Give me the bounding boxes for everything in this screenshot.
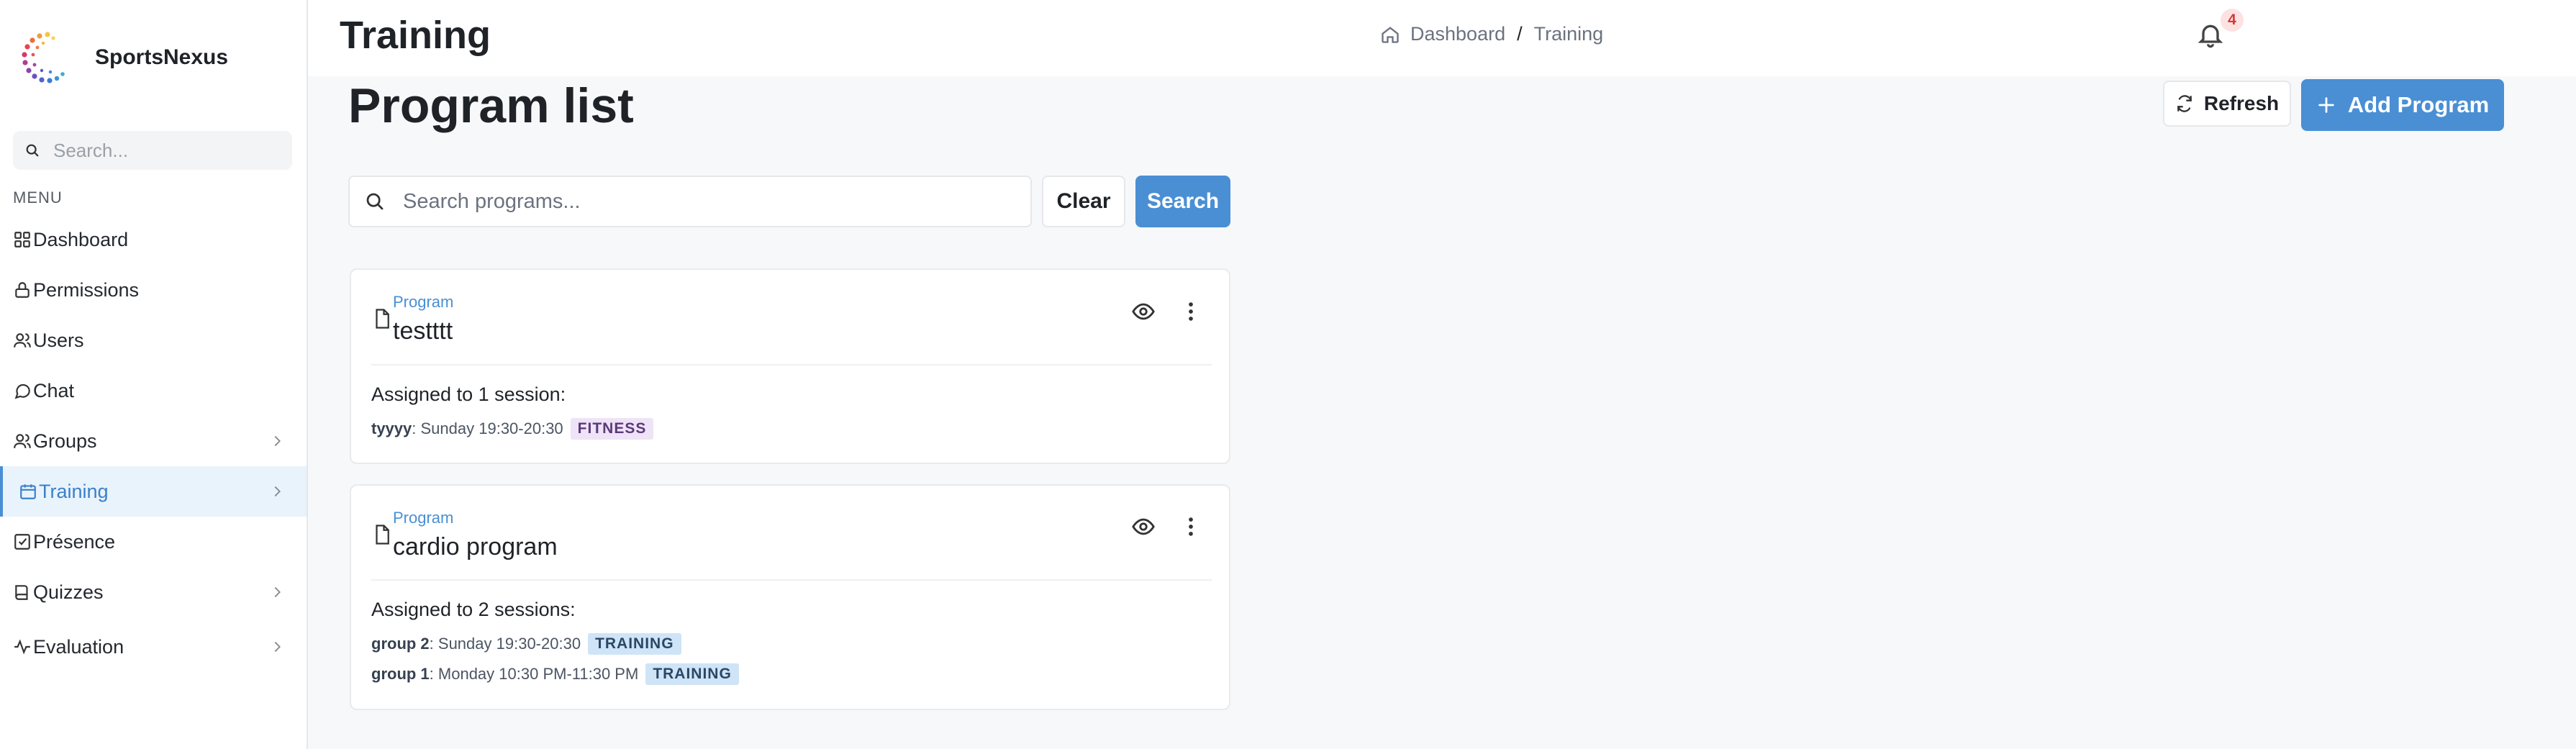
add-program-button[interactable]: Add Program xyxy=(2301,79,2504,131)
sidebar-item-dashboard[interactable]: Dashboard xyxy=(0,214,307,265)
more-options-icon[interactable] xyxy=(1179,514,1203,539)
program-name: cardio program xyxy=(393,533,558,560)
sidebar-item-groups[interactable]: Groups xyxy=(0,416,307,466)
session-time: : Sunday 19:30-20:30 xyxy=(429,635,581,653)
users-icon xyxy=(14,434,31,448)
session-time: : Monday 10:30 PM-11:30 PM xyxy=(429,665,639,683)
file-icon xyxy=(376,525,389,545)
notification-count-badge: 4 xyxy=(2221,9,2244,32)
grid-icon xyxy=(14,232,30,248)
session-type-badge: TRAINING xyxy=(588,633,681,655)
lock-icon xyxy=(15,282,30,298)
clear-button[interactable]: Clear xyxy=(1042,176,1125,227)
page-title: Program list xyxy=(348,78,634,133)
session-group: group 2 xyxy=(371,635,430,653)
sidebar-item-label: Evaluation xyxy=(33,635,124,658)
sidebar-item-label: Présence xyxy=(33,530,116,553)
sidebar-search[interactable] xyxy=(13,131,292,170)
bell-icon xyxy=(2198,24,2223,48)
sidebar-item-label: Quizzes xyxy=(33,581,104,603)
view-icon[interactable] xyxy=(1131,299,1156,324)
sidebar-item-label: Training xyxy=(39,480,109,502)
chevron-right-icon xyxy=(274,435,281,447)
card-divider xyxy=(371,364,1212,366)
program-kind: Program xyxy=(393,293,454,311)
check-square-icon xyxy=(14,534,30,550)
assigned-sessions-text: Assigned to 2 sessions: xyxy=(371,599,576,620)
sidebar-item-quizzes[interactable]: Quizzes xyxy=(0,567,307,617)
breadcrumb-separator: / xyxy=(1517,23,1523,45)
sidebar-item-label: Groups xyxy=(33,430,97,452)
refresh-button[interactable]: Refresh xyxy=(2163,81,2291,127)
sidebar-item-label: Chat xyxy=(33,379,75,401)
chevron-right-icon xyxy=(274,641,281,653)
sidebar-item-permissions[interactable]: Permissions xyxy=(0,265,307,315)
chat-icon xyxy=(14,383,30,399)
refresh-icon xyxy=(2177,95,2192,112)
breadcrumb: Dashboard / Training xyxy=(1380,23,1603,45)
sidebar-item-presence[interactable]: Présence xyxy=(0,517,307,567)
book-icon xyxy=(15,585,28,600)
sidebar-search-input[interactable] xyxy=(53,139,284,162)
assigned-sessions-text: Assigned to 1 session: xyxy=(371,383,566,405)
breadcrumb-current: Training xyxy=(1533,23,1604,45)
program-name: testttt xyxy=(393,317,453,345)
session-type-badge: FITNESS xyxy=(570,418,654,440)
breadcrumb-dashboard[interactable]: Dashboard xyxy=(1410,23,1505,45)
session-group: group 1 xyxy=(371,665,430,683)
session-row: group 2 : Sunday 19:30-20:30 TRAINING xyxy=(371,633,681,655)
sidebar-item-evaluation[interactable]: Evaluation xyxy=(0,622,307,672)
session-group: tyyyy xyxy=(371,419,412,437)
program-search-input[interactable] xyxy=(403,189,1022,214)
menu-heading: MENU xyxy=(13,189,63,206)
session-row: group 1 : Monday 10:30 PM-11:30 PM TRAIN… xyxy=(371,663,739,685)
sidebar-item-chat[interactable]: Chat xyxy=(0,366,307,416)
brand[interactable]: SportsNexus xyxy=(17,27,228,88)
search-button[interactable]: Search xyxy=(1135,176,1230,227)
home-icon[interactable] xyxy=(1380,24,1400,45)
logo-icon xyxy=(22,32,65,83)
header-title: Training xyxy=(340,14,491,57)
program-card: Program testttt Assigned to 1 session: t… xyxy=(350,268,1230,464)
sidebar-menu: Dashboard Permissions Users Chat Groups … xyxy=(0,214,307,672)
users-icon xyxy=(14,333,31,348)
search-icon xyxy=(26,144,39,157)
program-kind: Program xyxy=(393,509,454,527)
activity-icon xyxy=(14,639,30,655)
sidebar-item-label: Permissions xyxy=(33,278,140,301)
add-program-label: Add Program xyxy=(2347,92,2490,117)
session-type-badge: TRAINING xyxy=(645,663,739,685)
card-divider xyxy=(371,579,1212,581)
calendar-icon xyxy=(20,484,36,499)
chevron-right-icon xyxy=(274,586,281,598)
more-options-icon[interactable] xyxy=(1179,299,1203,324)
program-search[interactable] xyxy=(348,176,1032,227)
sidebar-item-users[interactable]: Users xyxy=(0,315,307,366)
brand-name: SportsNexus xyxy=(95,45,229,69)
search-icon xyxy=(366,193,384,210)
session-time: : Sunday 19:30-20:30 xyxy=(412,419,563,437)
sidebar-item-training[interactable]: Training xyxy=(0,466,307,517)
file-icon xyxy=(376,309,389,329)
chevron-right-icon xyxy=(274,486,281,497)
sidebar-item-label: Dashboard xyxy=(33,228,129,250)
sidebar: SportsNexus MENU Dashboard Permissions U… xyxy=(0,0,308,749)
refresh-label: Refresh xyxy=(2203,92,2280,114)
view-icon[interactable] xyxy=(1131,514,1156,539)
program-card: Program cardio program Assigned to 2 ses… xyxy=(350,484,1230,710)
sidebar-item-label: Users xyxy=(33,329,84,351)
session-row: tyyyy : Sunday 19:30-20:30 FITNESS xyxy=(371,418,654,440)
plus-icon xyxy=(2318,97,2334,113)
